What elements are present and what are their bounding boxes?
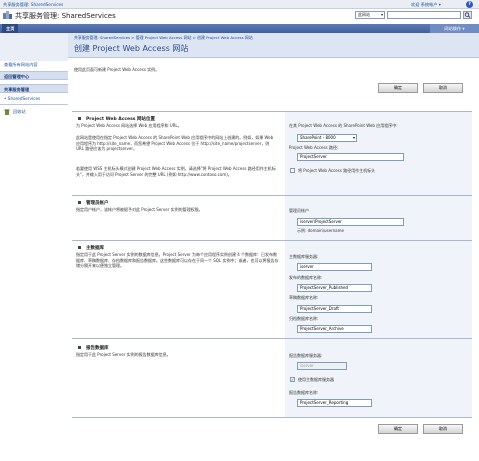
location-section-title: Project Web Access 网站位置 [86, 117, 156, 122]
view-all-site-content[interactable]: 查看所有网站内容 [0, 62, 68, 68]
page-description: 使用此页面可新建 Project Web Access 实例。 [74, 67, 160, 72]
top-nav [0, 24, 479, 33]
reporting-name-input[interactable]: ProjectServer_Reporting [297, 399, 372, 407]
primary-db-section-title: 主数据库 [86, 246, 104, 251]
reporting-name-label: 报告数据库名称: [289, 390, 319, 395]
use-primary-checkbox[interactable]: ✓ [290, 377, 295, 382]
ok-button-top[interactable]: 确定 [378, 83, 418, 93]
webapp-select-value: SharePoint - 8000 [300, 135, 336, 140]
admin-account-input[interactable]: iserver\ProjectServer [297, 218, 404, 226]
search-icon[interactable] [463, 11, 472, 19]
site-actions-menu[interactable]: 网站操作 ▾ [430, 24, 479, 33]
location-desc-2: 此网站是使用在指定 Project Web Access 的 SharePoin… [76, 135, 274, 152]
recycle-bin-link[interactable]: 回收站 [13, 109, 26, 115]
welcome-menu[interactable]: 欢迎 系统帐户 ▾ [411, 2, 441, 8]
header-title: 共享服务管理: SharedServices [15, 12, 116, 20]
primary-server-label: 主数据库服务器: [289, 254, 319, 259]
sidebar-top-panel [0, 33, 68, 61]
scope-select-value: 此网站 [358, 12, 370, 17]
sidebar-recycle-divider [0, 104, 68, 105]
bullet-icon [78, 201, 81, 204]
chevron-down-icon: ▾ [380, 12, 383, 17]
published-db-input[interactable]: ProjectServer_Published [297, 284, 372, 292]
webapp-label: 在其 Project Web Access 的 SharePoint Web 应… [289, 123, 398, 128]
cancel-button-bottom[interactable]: 取消 [423, 424, 463, 434]
top-bar [0, 0, 479, 9]
hostheader-label: 将 Project Web Access 路径用作主机标头 [298, 168, 376, 173]
breadcrumb[interactable]: 共享服务管理: SharedServices > 管理 Project Web … [74, 35, 253, 41]
bullet-icon [78, 346, 81, 349]
site-link[interactable]: 共享服务管理: SharedServices [3, 2, 63, 8]
reporting-db-section-title: 报告数据库 [86, 346, 109, 351]
sidebar-item-sharedservices[interactable]: • SharedServices [0, 96, 68, 101]
page-title: 创建 Project Web Access 网站 [74, 44, 189, 53]
published-db-label: 发布的数据库名称: [289, 275, 323, 280]
draft-db-label: 草稿数据库名称: [289, 295, 319, 300]
recycle-bin-icon [4, 109, 10, 115]
cancel-button-top[interactable]: 取消 [423, 83, 463, 93]
admin-label: 管理员帐户 [289, 208, 309, 213]
section-divider [72, 417, 472, 418]
location-desc-3: 若要使用 WSS 主机标头模式创建 Project Web Access 实例，… [76, 166, 276, 177]
scope-select[interactable]: 此网站 ▾ [355, 11, 385, 19]
chevron-down-icon: ▾ [352, 135, 355, 140]
webapp-select[interactable]: SharePoint - 8000 ▾ [297, 134, 357, 142]
path-input[interactable]: ProjectServer [297, 153, 404, 161]
location-desc-1: 为 Project Web Access 网站选择 Web 应用程序和 URL。 [76, 123, 182, 128]
help-icon[interactable]: ? [466, 1, 473, 8]
primary-db-desc: 指定用于此 Project Server 实例的数据库信息。Project Se… [76, 252, 279, 269]
bullet-icon [78, 117, 81, 120]
admin-example: 示例: domain\username [297, 228, 344, 233]
archive-db-label: 归档数据库名称: [289, 316, 319, 321]
hostheader-checkbox[interactable] [290, 168, 295, 173]
sidebar-item-shared-services[interactable]: 共享服务管理 [0, 84, 68, 93]
search-input[interactable] [387, 11, 461, 19]
bullet-icon [78, 246, 81, 249]
reporting-server-input[interactable]: iserver [297, 362, 347, 370]
sidebar-item-central-admin[interactable]: 返回管理中心 [0, 71, 68, 80]
site-logo-icon [3, 11, 12, 19]
draft-db-input[interactable]: ProjectServer_Draft [297, 305, 372, 313]
admin-section-title: 管理员帐户 [86, 201, 109, 206]
reporting-server-label: 报告数据库服务器: [289, 353, 323, 358]
tab-home[interactable]: 主页 [2, 24, 19, 33]
use-primary-label: 使用主数据库服务器 [298, 377, 334, 382]
ok-button-bottom[interactable]: 确定 [378, 424, 418, 434]
primary-server-input[interactable]: iserver [297, 263, 372, 271]
archive-db-input[interactable]: ProjectServer_Archive [297, 325, 372, 333]
reporting-db-desc: 指定用于此 Project Server 实例的报告数据库信息。 [76, 352, 171, 357]
path-label: Project Web Access 路径: [289, 145, 339, 150]
admin-desc: 指定用户帐户，该帐户将被赋予对此 Project Server 实例的管理权限。 [76, 207, 203, 212]
